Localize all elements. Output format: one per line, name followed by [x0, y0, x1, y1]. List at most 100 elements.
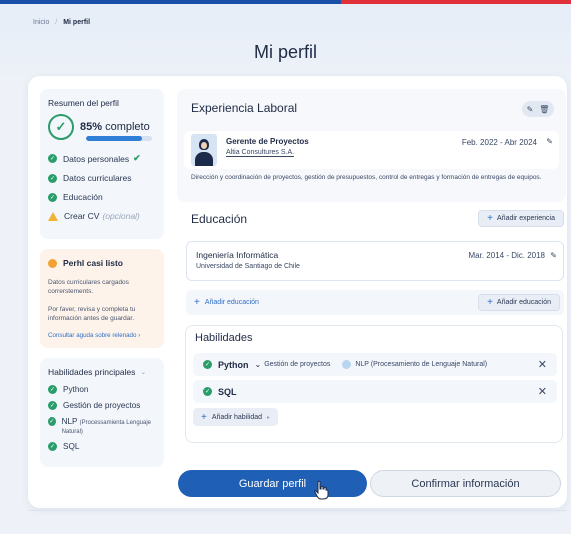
top-skills-title[interactable]: Habilidades principales ⌄ — [48, 367, 156, 377]
check-icon: ✓ — [203, 360, 212, 369]
warning-icon — [48, 211, 58, 221]
skills-section: Habilidades ✓ Python ⌄ Gestión de proyec… — [185, 325, 563, 443]
breadcrumb: Inicio / Mi perfil — [33, 19, 90, 26]
progress-suffix: completo — [105, 121, 150, 133]
experience-actions[interactable]: ✎ 🗑 — [522, 101, 554, 117]
summary-checklist: ✓ Datos personales ✔ ✓ Datos curriculare… — [48, 153, 156, 221]
skill-label: SQL — [63, 441, 80, 451]
check-icon: ✓ — [48, 192, 57, 202]
list-item: ✓ Gestión de proyectos — [48, 400, 156, 410]
skill-main: SQL — [218, 386, 237, 397]
skill-row[interactable]: ✓ SQL ✕ — [193, 380, 557, 403]
plus-icon: + — [201, 411, 207, 423]
job-description: Dirección y coordinación de proyectos, g… — [191, 174, 542, 181]
checklist-label: Datos personales — [63, 153, 130, 164]
education-title: Educación — [191, 212, 248, 226]
footer-divider — [28, 510, 567, 511]
skills-title: Habilidades — [195, 332, 253, 344]
chevron-down-icon: ⌄ — [140, 368, 147, 376]
education-card[interactable]: Ingeniería Informática Universidad de Sa… — [186, 241, 564, 281]
education-school: Universidad de Santiago de Chile — [196, 263, 300, 270]
almost-ready-title-text: Perhl casi listo — [63, 258, 123, 268]
alert-dot-icon — [48, 258, 57, 268]
top-skills-card: Habilidades principales ⌄ ✓ Python ✓ Ges… — [40, 357, 164, 467]
skill-label: NLP (Processamienta Lenguaje Natural) — [62, 417, 156, 435]
add-education-link-label: Añadir educación — [204, 299, 259, 306]
add-education-button[interactable]: + Añadir educación — [478, 294, 560, 311]
nlp-icon — [342, 360, 352, 369]
optional-note: (opcional) — [102, 211, 140, 221]
top-skills-title-text: Habilidades principales — [48, 366, 136, 377]
breadcrumb-separator: / — [55, 19, 58, 26]
save-profile-button[interactable]: Guardar perfil — [178, 470, 367, 497]
avatar — [191, 134, 217, 166]
checklist-item[interactable]: ✓ Datos personales ✔ — [48, 153, 156, 164]
job-company[interactable]: Altia Consultures S.A. — [226, 149, 295, 157]
arrow-right-icon: ▸ — [267, 414, 271, 421]
experience-title: Experiencia Laboral — [191, 101, 298, 115]
check-icon: ✓ — [48, 384, 57, 394]
add-education-button-label: Añadir educación — [496, 299, 551, 306]
checklist-label: Crear CV — [64, 211, 100, 221]
done-tick-icon: ✔ — [133, 153, 141, 163]
breadcrumb-current: Mi perfil — [63, 19, 91, 26]
almost-ready-text-1: Datos curriculares cargados correrstemen… — [48, 279, 129, 296]
job-card[interactable]: Gerente de Proyectos Altia Consultures S… — [184, 131, 559, 169]
check-icon: ✓ — [48, 416, 56, 426]
breadcrumb-home[interactable]: Inicio — [33, 19, 49, 26]
checklist-item[interactable]: ✓ Datos curriculares — [48, 173, 156, 183]
skill-label: Python — [63, 384, 89, 394]
list-item: ✓ Python — [48, 384, 156, 394]
almost-ready-title: Perhl casi listo — [48, 258, 156, 268]
education-dates: Mar. 2014 - Dic. 2018 — [468, 251, 545, 260]
edit-pencil-icon[interactable]: ✎ — [546, 137, 553, 146]
job-title: Gerente de Proyectos — [226, 137, 309, 146]
add-education-link[interactable]: + Añadir educación — [194, 297, 259, 308]
checklist-label: Datos curriculares — [63, 173, 132, 183]
progress-text: 85% completo — [80, 121, 150, 133]
add-experience-label: Añadir experiencia — [497, 215, 555, 222]
edit-pencil-icon[interactable]: ✎ — [550, 251, 557, 260]
check-icon: ✓ — [48, 154, 57, 163]
plus-icon: + — [487, 297, 493, 308]
checklist-label: Educación — [63, 192, 103, 202]
top-skills-list: ✓ Python ✓ Gestión de proyectos ✓ NLP (P… — [48, 384, 156, 451]
experience-section: Experiencia Laboral ✎ 🗑 Gerente de Proye… — [177, 89, 566, 202]
edit-icon[interactable]: ✎ — [527, 105, 534, 114]
checklist-item[interactable]: Crear CV (opcional) — [48, 211, 156, 221]
skill-third: NLP (Procesamiento de Lenguaje Natural) — [355, 361, 488, 368]
checklist-item[interactable]: ✓ Educación — [48, 192, 156, 202]
profile-summary-card: Resumen del perfil ✓ 85% completo ✓ Dato… — [40, 89, 164, 239]
add-experience-button[interactable]: + Añadir experiencia — [478, 210, 564, 227]
almost-ready-text-2: Por faver, revisa y completa tu informac… — [48, 305, 136, 323]
list-item: ✓ NLP (Processamienta Lenguaje Natural) — [48, 416, 156, 435]
job-dates: Feb. 2022 - Abr 2024 — [461, 138, 537, 147]
plus-icon: + — [194, 297, 200, 308]
main-content: Experiencia Laboral ✎ 🗑 Gerente de Proye… — [177, 89, 568, 444]
page-title: Mi perfil — [253, 42, 317, 62]
help-link[interactable]: Consultar aguda sobre relenado › — [48, 332, 156, 339]
add-skill-button[interactable]: + Añadir habilidad ▸ — [193, 408, 279, 426]
almost-ready-card: Perhl casi listo Datos curriculares carg… — [40, 249, 164, 348]
skill-main: Python — [218, 359, 249, 370]
progress-bar — [86, 136, 152, 141]
check-icon: ✓ — [48, 441, 57, 451]
check-icon: ✓ — [203, 387, 212, 396]
skill-secondary: Gestión de proyectos — [264, 361, 331, 368]
check-icon: ✓ — [48, 400, 57, 410]
progress-fill — [86, 136, 143, 141]
hand-cursor-icon — [314, 480, 329, 500]
chevron-down-icon[interactable]: ⌄ — [255, 360, 262, 369]
progress-percent: 85% — [80, 121, 103, 133]
confirm-info-button[interactable]: Confirmar información — [370, 470, 561, 497]
add-skill-label: Añadir habilidad — [211, 413, 263, 421]
close-icon[interactable]: ✕ — [538, 358, 547, 371]
skill-label-main: NLP — [61, 416, 78, 426]
left-sidebar: Resumen del perfil ✓ 85% completo ✓ Dato… — [40, 89, 164, 477]
close-icon[interactable]: ✕ — [538, 385, 547, 398]
list-item: ✓ SQL — [48, 441, 156, 451]
check-circle-icon: ✓ — [48, 114, 74, 140]
skill-label: Gestión de proyectos — [63, 400, 141, 410]
skill-row[interactable]: ✓ Python ⌄ Gestión de proyectos NLP (Pro… — [193, 353, 557, 376]
trash-icon[interactable]: 🗑 — [539, 105, 549, 114]
